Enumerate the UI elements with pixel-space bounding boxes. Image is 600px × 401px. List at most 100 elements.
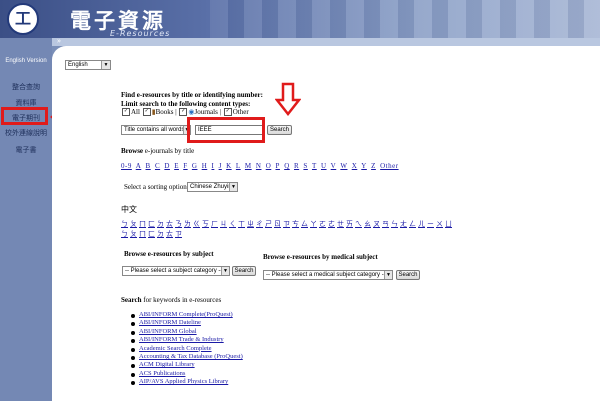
list-item[interactable]: Academic Search Complete: [131, 345, 243, 353]
checkbox-books[interactable]: ✓: [142, 108, 151, 117]
university-logo-icon[interactable]: 工: [7, 3, 39, 35]
letter-link[interactable]: H: [202, 162, 208, 170]
subject-category-select[interactable]: -- Please select a subject category -- ▼: [122, 266, 230, 276]
zhuyin-link[interactable]: ㄗ: [175, 230, 182, 238]
zhuyin-link[interactable]: ㄡ: [373, 220, 380, 228]
zhuyin-link[interactable]: ㄜ: [328, 220, 335, 228]
language-select[interactable]: English ▼: [65, 60, 111, 70]
zhuyin-link[interactable]: ㄈ: [148, 230, 155, 238]
zhuyin-link[interactable]: ㄖ: [274, 220, 281, 228]
letter-link[interactable]: U: [321, 162, 327, 170]
letter-link[interactable]: I: [212, 162, 215, 170]
zhuyin-link[interactable]: ㄆ: [130, 230, 137, 238]
zhuyin-link[interactable]: ㄗ: [283, 220, 290, 228]
letter-link[interactable]: G: [192, 162, 198, 170]
letter-link[interactable]: F: [183, 162, 187, 170]
medical-category-select[interactable]: -- Please select a medical subject categ…: [263, 270, 393, 280]
zhuyin-link[interactable]: ㄢ: [382, 220, 389, 228]
list-item[interactable]: Accounting & Tax Database (ProQuest): [131, 353, 243, 361]
zhuyin-link[interactable]: ㄥ: [409, 220, 416, 228]
checkbox-other[interactable]: ✓: [223, 108, 232, 117]
zhuyin-link[interactable]: ㄧ: [427, 220, 434, 228]
zhuyin-link[interactable]: ㄦ: [418, 220, 425, 228]
zhuyin-link[interactable]: ㄉ: [157, 230, 164, 238]
sorting-select[interactable]: Chinese Zhuyin ▼: [187, 182, 238, 192]
zhuyin-link[interactable]: ㄅ: [121, 220, 128, 228]
zhuyin-link[interactable]: ㄘ: [292, 220, 299, 228]
sidebar-item-remote-access[interactable]: 校外連線說明: [0, 128, 52, 138]
zhuyin-link[interactable]: ㄈ: [148, 220, 155, 228]
letter-link[interactable]: V: [331, 162, 337, 170]
zhuyin-link[interactable]: ㄠ: [364, 220, 371, 228]
site-subtitle: E-Resources: [110, 29, 171, 38]
chevron-down-icon: ▼: [229, 183, 237, 191]
letter-link[interactable]: Z: [371, 162, 376, 170]
letter-link[interactable]: D: [164, 162, 170, 170]
zhuyin-link[interactable]: ㄏ: [211, 220, 218, 228]
zhuyin-link[interactable]: ㄕ: [265, 220, 272, 228]
zhuyin-link[interactable]: ㄚ: [310, 220, 317, 228]
list-item[interactable]: ABI/INFORM Complete(ProQuest): [131, 311, 243, 319]
zhuyin-link[interactable]: ㄊ: [166, 220, 173, 228]
zhuyin-link[interactable]: ㄞ: [346, 220, 353, 228]
letter-link[interactable]: X: [352, 162, 358, 170]
letter-link[interactable]: T: [312, 162, 317, 170]
letter-link[interactable]: S: [303, 162, 307, 170]
zhuyin-link[interactable]: ㄊ: [166, 230, 173, 238]
english-version-link[interactable]: English Version: [0, 58, 52, 64]
sidebar-item-integrated-search[interactable]: 整合查詢: [0, 82, 52, 92]
zhuyin-link[interactable]: ㄍ: [193, 220, 200, 228]
checkbox-all[interactable]: ✓: [122, 108, 130, 117]
zhuyin-link[interactable]: ㄌ: [184, 220, 191, 228]
letter-link[interactable]: J: [219, 162, 222, 170]
zhuyin-link[interactable]: ㄩ: [445, 220, 452, 228]
zhuyin-link[interactable]: ㄇ: [139, 220, 146, 228]
zhuyin-link[interactable]: ㄐ: [220, 220, 227, 228]
zhuyin-link[interactable]: ㄆ: [130, 220, 137, 228]
zhuyin-link[interactable]: ㄟ: [355, 220, 362, 228]
zhuyin-link[interactable]: ㄒ: [238, 220, 245, 228]
letter-link[interactable]: M: [245, 162, 252, 170]
medical-search-button[interactable]: Search: [396, 270, 420, 280]
zhuyin-link[interactable]: ㄇ: [139, 230, 146, 238]
letter-link[interactable]: 0-9: [121, 162, 132, 170]
zhuyin-link[interactable]: ㄤ: [400, 220, 407, 228]
subject-search-button[interactable]: Search: [232, 266, 256, 276]
search-button[interactable]: Search: [267, 125, 292, 135]
letter-link[interactable]: Other: [380, 162, 398, 170]
letter-link[interactable]: K: [226, 162, 232, 170]
zhuyin-link[interactable]: ㄨ: [436, 220, 443, 228]
search-field-select[interactable]: Title contains all words ▼: [121, 125, 191, 135]
letter-link[interactable]: N: [256, 162, 262, 170]
checkbox-journals[interactable]: ✓: [179, 108, 188, 117]
zhuyin-link[interactable]: ㄉ: [157, 220, 164, 228]
zhuyin-link[interactable]: ㄛ: [319, 220, 326, 228]
letter-link[interactable]: C: [155, 162, 160, 170]
zhuyin-link[interactable]: ㄋ: [175, 220, 182, 228]
letter-link[interactable]: Y: [361, 162, 367, 170]
list-item[interactable]: ACS Publications: [131, 370, 243, 378]
letter-link[interactable]: A: [136, 162, 142, 170]
zhuyin-link[interactable]: ㄝ: [337, 220, 344, 228]
sidebar-item-e-books[interactable]: 電子書: [0, 145, 52, 155]
list-item[interactable]: ABI/INFORM Trade & Industry: [131, 336, 243, 344]
list-item[interactable]: ACM Digital Library: [131, 361, 243, 369]
zhuyin-link[interactable]: ㄓ: [247, 220, 254, 228]
letter-link[interactable]: E: [174, 162, 179, 170]
letter-link[interactable]: L: [236, 162, 241, 170]
list-item[interactable]: AIP/AVS Applied Physics Library: [131, 378, 243, 386]
zhuyin-link[interactable]: ㄙ: [301, 220, 308, 228]
list-item[interactable]: ABI/INFORM Dateline: [131, 319, 243, 327]
list-item[interactable]: ABI/INFORM Global: [131, 328, 243, 336]
zhuyin-link[interactable]: ㄎ: [202, 220, 209, 228]
letter-link[interactable]: W: [340, 162, 347, 170]
zhuyin-link[interactable]: ㄣ: [391, 220, 398, 228]
letter-link[interactable]: P: [276, 162, 280, 170]
letter-link[interactable]: B: [146, 162, 151, 170]
letter-link[interactable]: R: [294, 162, 299, 170]
zhuyin-link[interactable]: ㄅ: [121, 230, 128, 238]
zhuyin-link[interactable]: ㄔ: [256, 220, 263, 228]
letter-link[interactable]: Q: [284, 162, 290, 170]
letter-link[interactable]: O: [266, 162, 272, 170]
zhuyin-link[interactable]: ㄑ: [229, 220, 236, 228]
